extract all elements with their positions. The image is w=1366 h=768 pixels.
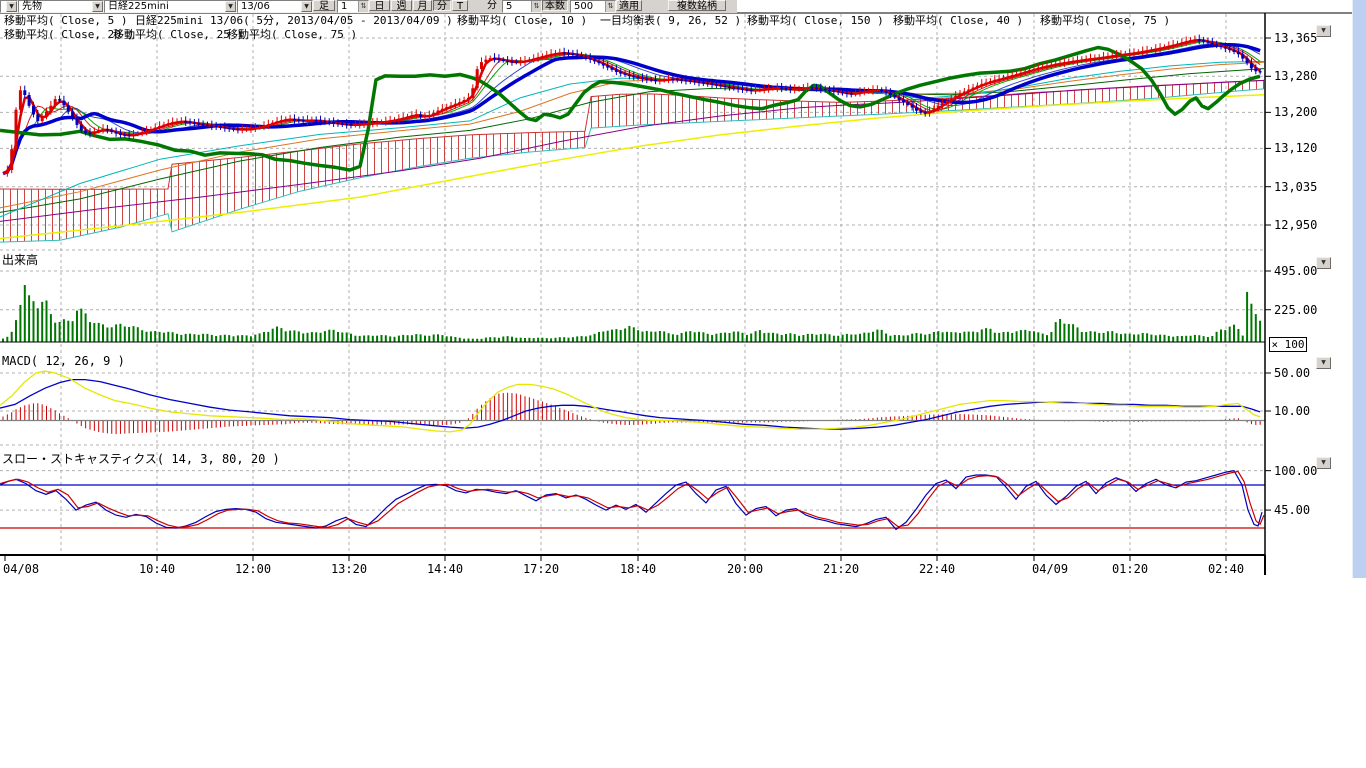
macd-series (0, 371, 1265, 434)
contract-month-combo[interactable]: 13/06 ▼ (237, 0, 313, 13)
minute-label: 分 (484, 0, 500, 11)
bars-count-stepper[interactable]: 500 ⇅ (570, 0, 616, 13)
market-combo-value: 先物 (22, 1, 42, 12)
volume-bars (0, 285, 1265, 342)
macd-line (0, 371, 1260, 432)
symbol-combo[interactable]: 日経225mini ▼ (104, 0, 237, 13)
bars-count-value: 500 (574, 1, 593, 12)
macd-panel-dropdown-button[interactable]: ▼ (1316, 357, 1331, 369)
minute-stepper[interactable]: 5⇅ (502, 0, 542, 13)
multi-symbol-button[interactable]: 複数銘柄 (668, 0, 726, 11)
period-minute-button[interactable]: 分 (433, 0, 451, 11)
interval-value: 1 (341, 1, 347, 12)
stochastics-panel-dropdown-button[interactable]: ▼ (1316, 457, 1331, 469)
spinner-icon[interactable]: ⇅ (605, 1, 615, 12)
vertical-scrollbar[interactable] (1352, 0, 1366, 578)
ashi-button[interactable]: 足 (313, 0, 335, 11)
spinner-icon[interactable]: ⇅ (358, 1, 368, 12)
spinner-icon[interactable]: ⇅ (531, 1, 541, 12)
symbol-combo-value: 日経225mini (108, 1, 169, 12)
stoch-k-line (0, 471, 1264, 527)
period-month-button[interactable]: 月 (413, 0, 432, 11)
app-window: ▼ 先物▼ 日経225mini▼ 13/06▼ 足 1⇅ 日 週 月 分 T 分… (0, 0, 1366, 768)
period-week-button[interactable]: 週 (391, 0, 412, 11)
symbol-type-combo[interactable]: ▼ (0, 0, 18, 13)
price-panel-dropdown-button[interactable]: ▼ (1316, 25, 1331, 37)
contract-month-value: 13/06 (241, 1, 270, 12)
dropdown-arrow-icon[interactable]: ▼ (301, 1, 312, 12)
chart-canvas[interactable] (0, 0, 1366, 600)
dropdown-arrow-icon[interactable]: ▼ (225, 1, 236, 12)
stochastics-series (0, 471, 1265, 530)
interval-stepper[interactable]: 1⇅ (337, 0, 369, 13)
dropdown-arrow-icon[interactable]: ▼ (92, 1, 103, 12)
period-day-button[interactable]: 日 (369, 0, 390, 11)
dropdown-arrow-icon[interactable]: ▼ (6, 1, 17, 12)
bars-count-button[interactable]: 本数 (542, 0, 568, 11)
market-combo[interactable]: 先物 ▼ (18, 0, 104, 13)
minute-value: 5 (506, 1, 512, 12)
toolbar: ▼ 先物▼ 日経225mini▼ 13/06▼ 足 1⇅ 日 週 月 分 T 分… (0, 0, 737, 13)
stoch-d-line (0, 471, 1262, 530)
period-tick-button[interactable]: T (452, 0, 468, 11)
price-panel-series (0, 40, 1264, 242)
apply-button[interactable]: 適用 (616, 0, 642, 11)
volume-panel-dropdown-button[interactable]: ▼ (1316, 257, 1331, 269)
macd-signal-line (0, 380, 1260, 430)
